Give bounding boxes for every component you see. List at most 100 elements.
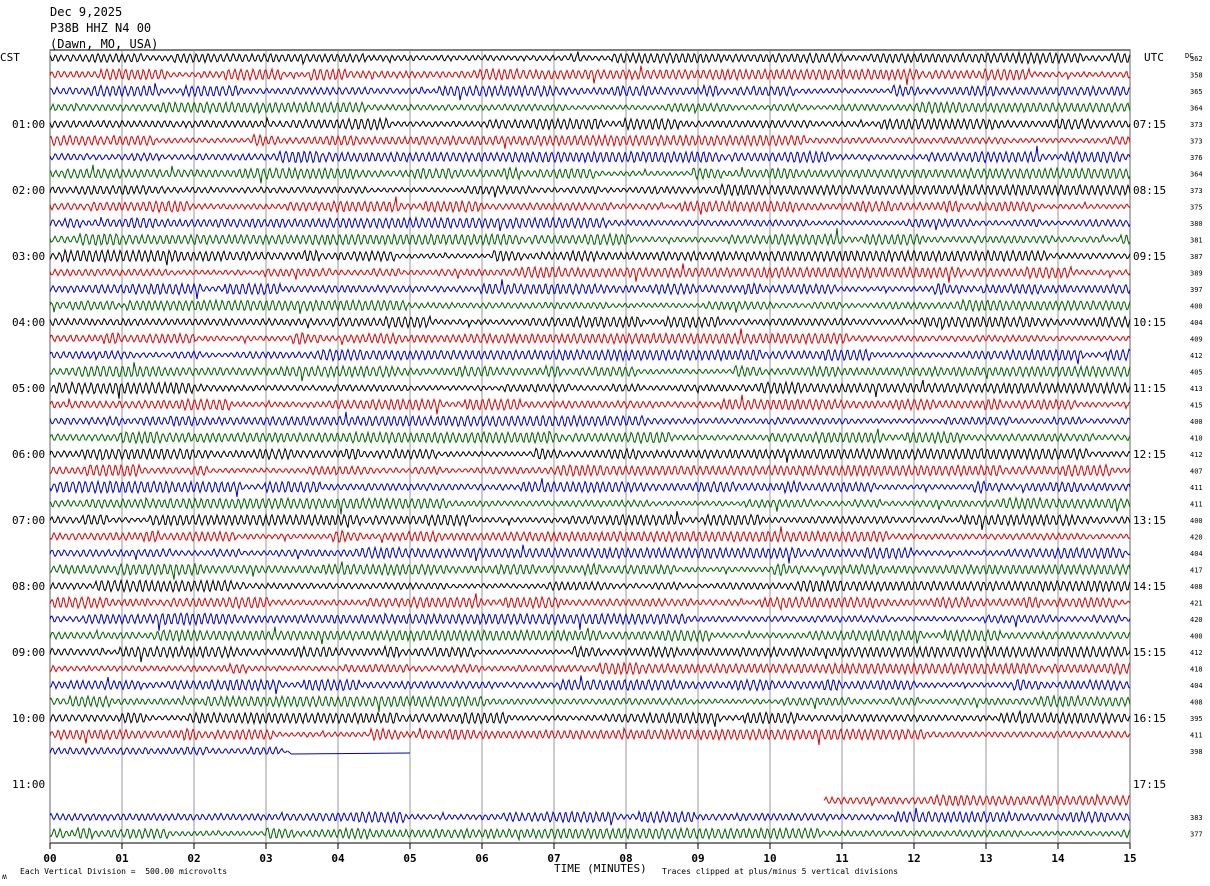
x-tick-label: 04 [331,852,345,865]
seismic-trace [49,447,1131,463]
dc-offset-label: 420 [1190,534,1203,542]
seismic-trace [49,463,1131,478]
seismic-trace [49,379,1131,399]
hour-label-utc: 09:15 [1133,250,1166,263]
seismic-trace [49,279,1131,299]
hour-label-utc: 16:15 [1133,712,1166,725]
dc-offset-label: 373 [1190,121,1203,129]
dc-offset-label: 395 [1190,715,1203,723]
x-tick-label: 11 [835,852,849,865]
seismic-traces [49,50,1131,842]
dc-offset-label: 376 [1190,154,1203,162]
dc-offset-label: 412 [1190,352,1203,360]
scale-note: Each Vertical Division = 500.00 microvol… [20,867,228,876]
hour-label-utc: 10:15 [1133,316,1166,329]
seismic-trace [49,826,1131,842]
seismic-trace [49,675,1131,695]
seismic-trace [49,298,1131,314]
hour-label-cst: 02:00 [12,184,45,197]
dc-offset-label: 410 [1190,435,1203,443]
dc-offset-label: 412 [1190,451,1203,459]
seismic-trace [49,83,1130,101]
seismic-trace [49,263,1131,283]
seismic-trace [49,411,1131,428]
hour-label-cst: 11:00 [12,778,45,791]
dc-offset-label: 411 [1190,484,1203,492]
hour-label-cst: 04:00 [12,316,45,329]
dc-offset-label: 408 [1190,583,1203,591]
seismic-trace [49,544,1131,564]
hour-label-utc: 15:15 [1133,646,1166,659]
left-axis-label: CST [0,51,20,64]
dc-offset-label: 397 [1190,286,1203,294]
seismic-trace [49,116,1131,132]
dc-offset-label: 421 [1190,600,1203,608]
seismic-trace [49,644,1131,663]
seismic-trace [49,164,1131,184]
hour-label-utc: 07:15 [1133,118,1166,131]
corner-mark: ʍ [2,872,7,881]
dc-offset-label: 400 [1190,303,1203,311]
dc-offset-label: 411 [1190,501,1203,509]
dc-offset-label: 375 [1190,204,1203,212]
seismic-trace [49,182,1131,198]
dc-offset-label: 408 [1190,699,1203,707]
hour-label-utc: 08:15 [1133,184,1166,197]
seismic-trace [49,807,1131,826]
hour-label-cst: 08:00 [12,580,45,593]
seismic-trace [49,428,1131,445]
dc-offset-label: 404 [1190,682,1203,690]
hour-label-cst: 03:00 [12,250,45,263]
seismic-trace [49,745,288,756]
seismic-trace [49,347,1131,365]
hour-label-cst: 10:00 [12,712,45,725]
dc-offset-label: 415 [1190,402,1203,410]
seismic-trace [49,50,1131,66]
seismic-trace [49,578,1131,594]
seismic-trace [49,100,1131,115]
hour-label-cst: 07:00 [12,514,45,527]
x-tick-label: 01 [115,852,129,865]
dc-offset-label: 383 [1190,814,1203,822]
dc-offset-label: 364 [1190,171,1203,179]
flatline-segment [287,750,411,755]
seismic-trace [49,612,1131,631]
seismic-trace [49,626,1131,645]
seismic-trace [49,394,1131,415]
seismic-trace [49,328,1131,346]
hour-label-cst: 01:00 [12,118,45,131]
dc-offset-label: 358 [1190,72,1203,80]
x-tick-label: 13 [979,852,992,865]
seismic-trace [49,314,1131,331]
dc-offset-label: 373 [1190,187,1203,195]
x-tick-label: 12 [907,852,920,865]
hour-label-cst: 05:00 [12,382,45,395]
seismic-trace [49,362,1131,382]
right-axis-label: UTC [1144,51,1164,64]
dc-offset-label: 418 [1190,666,1203,674]
x-axis-title: TIME (MINUTES) [554,862,647,875]
seismic-trace [49,694,1131,712]
hour-label-cst: 09:00 [12,646,45,659]
seismic-trace [50,561,1131,580]
seismic-trace [49,526,1131,544]
x-tick-label: 00 [43,852,56,865]
seismic-trace [49,65,1131,85]
x-tick-label: 02 [187,852,200,865]
seismic-trace [49,196,1131,215]
seismic-trace [49,248,1131,266]
seismic-trace [49,726,1131,746]
dc-offset-label: 381 [1190,237,1203,245]
dc-offset-label: 417 [1190,567,1203,575]
clip-note: Traces clipped at plus/minus 5 vertical … [662,867,899,876]
dc-offset-label: 400 [1190,418,1203,426]
seismic-trace [823,793,1131,807]
dc-offset-label: 404 [1190,550,1203,558]
dc-offset-label: 420 [1190,616,1203,624]
seismic-trace [49,215,1131,232]
x-tick-label: 06 [475,852,489,865]
seismic-trace [49,511,1131,530]
x-tick-label: 10 [763,852,776,865]
dc-offset-label: 377 [1190,831,1203,839]
x-tick-label: 03 [259,852,272,865]
